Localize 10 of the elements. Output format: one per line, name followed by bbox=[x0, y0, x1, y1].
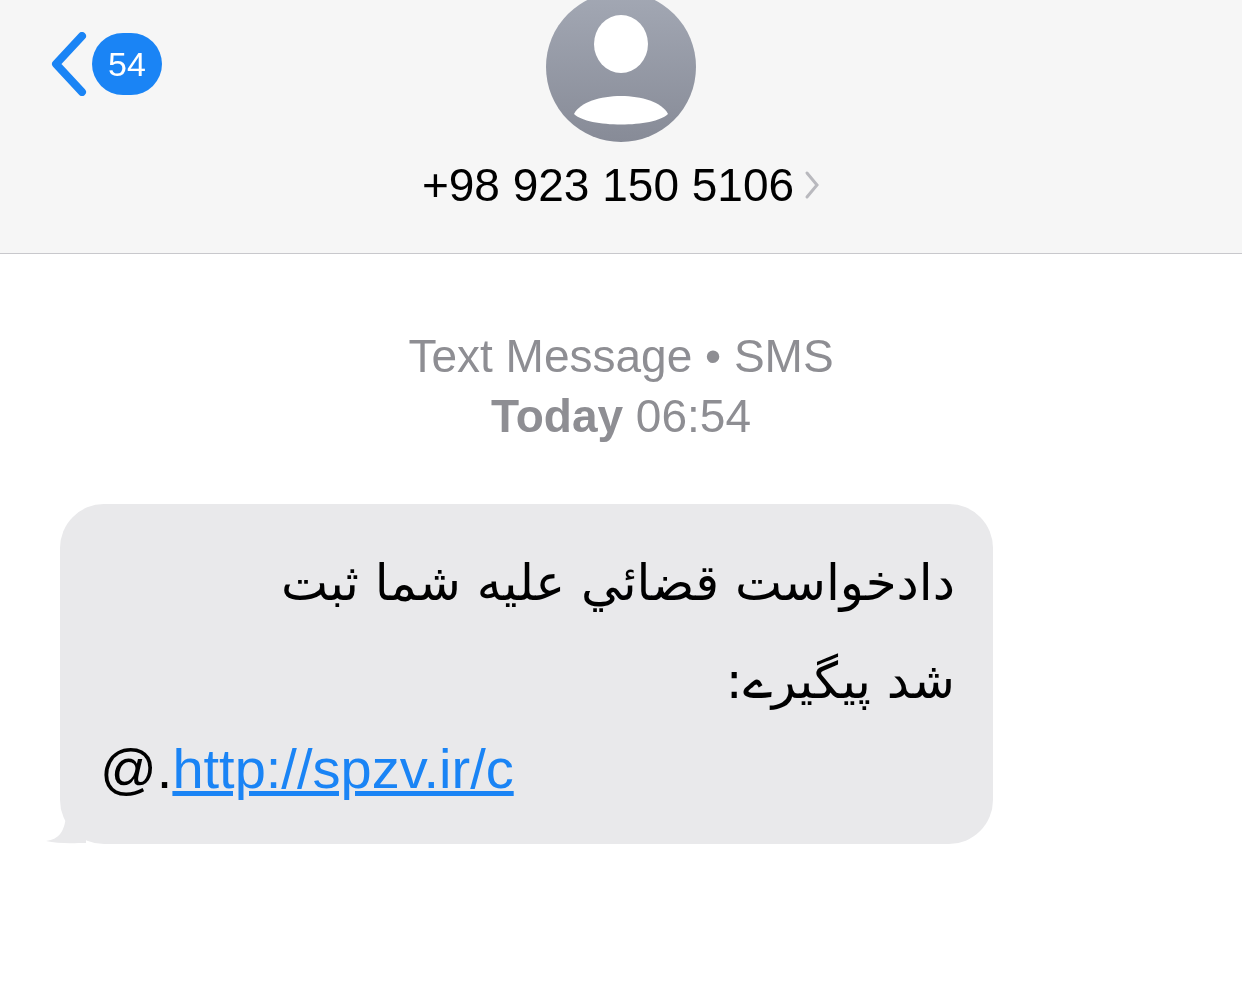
timestamp: Today 06:54 bbox=[491, 389, 751, 444]
unread-count-badge: 54 bbox=[92, 33, 162, 95]
message-text-trail: @. bbox=[100, 736, 173, 802]
service-label: Text Message • SMS bbox=[408, 329, 834, 384]
message-text: دادخواست قضائي عليه شما ثبت شد پيگيرے: bbox=[279, 553, 955, 712]
contact-avatar-icon[interactable] bbox=[546, 0, 696, 142]
chevron-right-icon bbox=[804, 170, 821, 200]
message-link[interactable]: http://spzv.ir/c bbox=[172, 734, 514, 804]
contact-name[interactable]: +98 923 150 5106 bbox=[421, 162, 795, 208]
back-button[interactable]: 54 bbox=[48, 32, 162, 96]
